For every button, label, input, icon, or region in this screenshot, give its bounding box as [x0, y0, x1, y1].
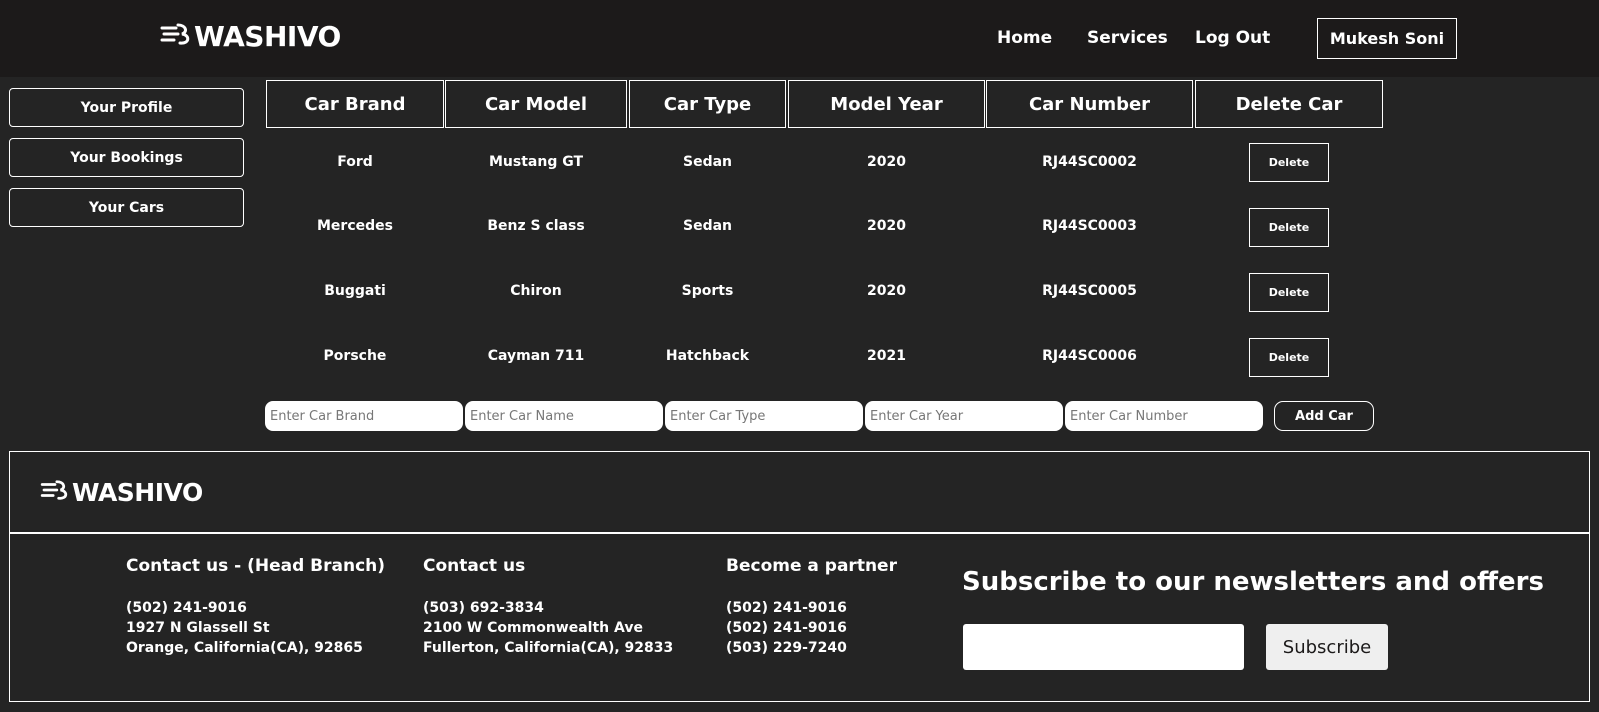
- newsletter-email-input[interactable]: [963, 624, 1244, 670]
- footer-partner-phone[interactable]: (502) 241-9016: [726, 600, 847, 616]
- column-header-type: Car Type: [629, 80, 786, 128]
- newsletter-title: Subscribe to our newsletters and offers: [962, 567, 1544, 597]
- cell-model: Cayman 711: [487, 348, 585, 364]
- cell-model: Benz S class: [487, 218, 585, 234]
- nav-services-link[interactable]: Services: [1087, 28, 1168, 48]
- cell-number: RJ44SC0005: [1042, 283, 1137, 299]
- sidebar-item-profile[interactable]: Your Profile: [9, 88, 244, 127]
- column-header-brand: Car Brand: [266, 80, 444, 128]
- nav-logout-link[interactable]: Log Out: [1195, 28, 1270, 48]
- footer-logo[interactable]: WASHIVO: [40, 478, 203, 507]
- footer-contact-phone[interactable]: (503) 692-3834: [423, 600, 544, 616]
- delete-car-button[interactable]: Delete: [1249, 338, 1329, 377]
- cell-number: RJ44SC0002: [1042, 154, 1137, 170]
- footer-brand-name: WASHIVO: [72, 478, 203, 507]
- footer-head-branch-street: 1927 N Glassell St: [126, 620, 270, 636]
- cell-year: 2020: [867, 218, 906, 234]
- footer-divider: [10, 532, 1589, 534]
- cell-year: 2020: [867, 154, 906, 170]
- column-header-year: Model Year: [788, 80, 985, 128]
- sidebar-item-cars[interactable]: Your Cars: [9, 188, 244, 227]
- add-car-button[interactable]: Add Car: [1274, 401, 1374, 431]
- cell-model: Mustang GT: [488, 154, 584, 170]
- footer-partner-phone[interactable]: (503) 229-7240: [726, 640, 847, 656]
- cell-year: 2020: [867, 283, 906, 299]
- cell-brand: Buggati: [324, 283, 386, 299]
- column-header-model: Car Model: [445, 80, 627, 128]
- footer-head-branch-heading: Contact us - (Head Branch): [126, 556, 386, 576]
- delete-car-button[interactable]: Delete: [1249, 208, 1329, 247]
- cell-brand: Mercedes: [317, 218, 393, 234]
- cell-type: Sedan: [682, 154, 732, 170]
- wind-logo-icon: [160, 20, 192, 53]
- cell-number: RJ44SC0003: [1042, 218, 1137, 234]
- top-header: WASHIVO Home Services Log Out Mukesh Son…: [0, 0, 1599, 77]
- brand-name: WASHIVO: [194, 20, 341, 53]
- column-header-delete: Delete Car: [1195, 80, 1383, 128]
- footer-head-branch-city: Orange, California(CA), 92865: [126, 640, 363, 656]
- delete-car-button[interactable]: Delete: [1249, 273, 1329, 312]
- wind-logo-icon: [40, 478, 70, 507]
- nav-home-link[interactable]: Home: [997, 28, 1052, 48]
- footer-contact-city: Fullerton, California(CA), 92833: [423, 640, 674, 656]
- cell-number: RJ44SC0006: [1042, 348, 1137, 364]
- footer-head-branch-phone[interactable]: (502) 241-9016: [126, 600, 247, 616]
- footer-partner-phone[interactable]: (502) 241-9016: [726, 620, 847, 636]
- car-name-input[interactable]: [465, 401, 663, 431]
- cell-model: Chiron: [510, 283, 562, 299]
- cell-type: Hatchback: [665, 348, 750, 364]
- subscribe-button[interactable]: Subscribe: [1266, 624, 1388, 670]
- footer-contact-heading: Contact us: [423, 556, 526, 576]
- cell-brand: Ford: [337, 154, 373, 170]
- car-year-input[interactable]: [865, 401, 1063, 431]
- footer-partner-heading: Become a partner: [726, 556, 897, 576]
- user-profile-button[interactable]: Mukesh Soni: [1317, 18, 1457, 59]
- car-type-input[interactable]: [665, 401, 863, 431]
- column-header-number: Car Number: [986, 80, 1193, 128]
- car-brand-input[interactable]: [265, 401, 463, 431]
- footer-contact-street: 2100 W Commonwealth Ave: [423, 620, 643, 636]
- sidebar-item-bookings[interactable]: Your Bookings: [9, 138, 244, 177]
- cell-year: 2021: [867, 348, 906, 364]
- car-number-input[interactable]: [1065, 401, 1263, 431]
- delete-car-button[interactable]: Delete: [1249, 143, 1329, 182]
- cell-brand: Porsche: [323, 348, 387, 364]
- brand-logo[interactable]: WASHIVO: [160, 20, 341, 53]
- cell-type: Sedan: [682, 218, 732, 234]
- cell-type: Sports: [681, 283, 734, 299]
